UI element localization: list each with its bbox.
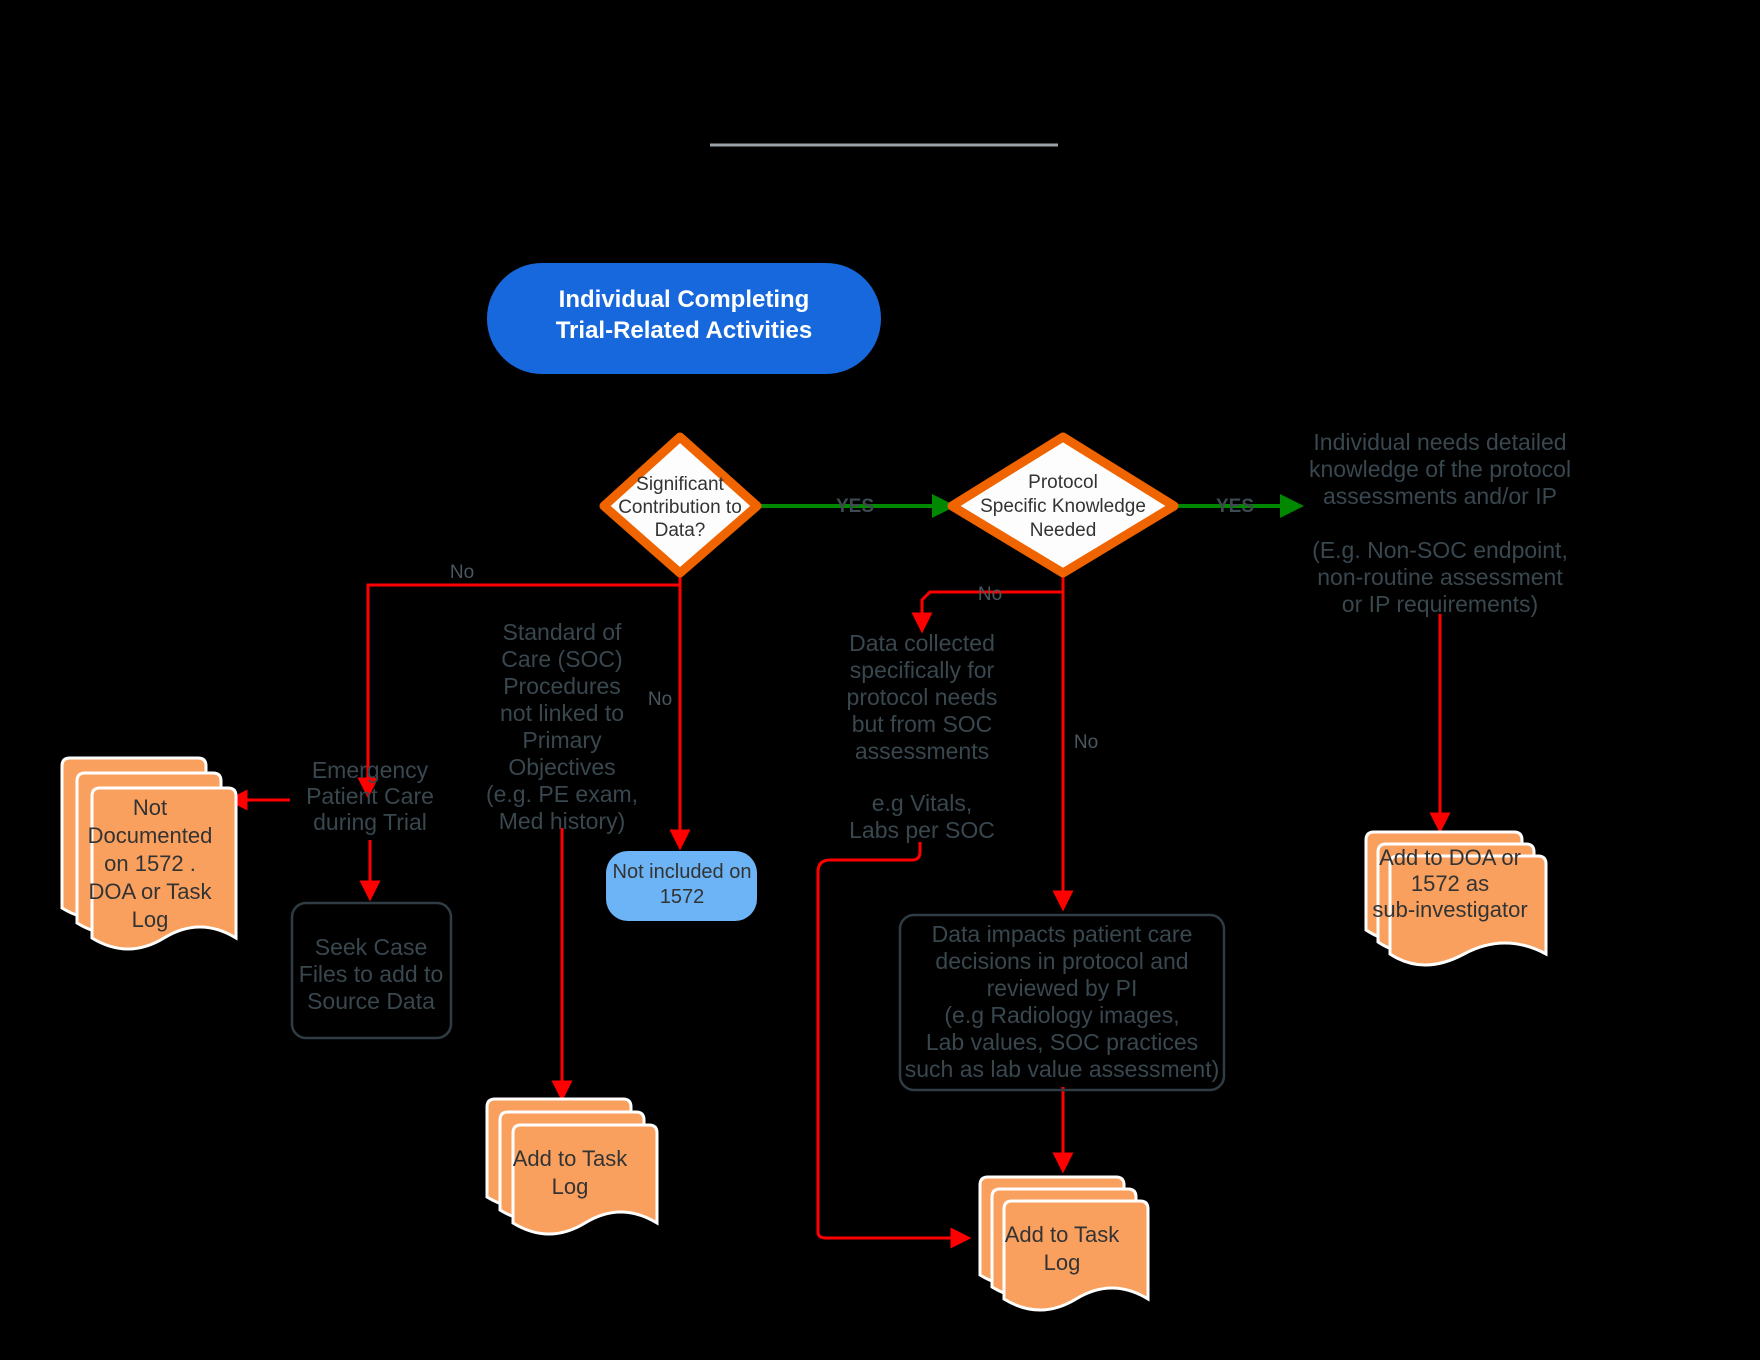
individual-needs-line-2: knowledge of the protocol	[1309, 456, 1571, 482]
text-vitals-labs: e.g Vitals, Labs per SOC	[849, 790, 995, 843]
doc-not-documented-line-4: DOA or Task	[88, 879, 212, 904]
node-doc-add-to-doa[interactable]: Add to DOA or 1572 as sub-investigator	[1364, 830, 1548, 967]
doc-not-documented-line-2: Documented	[88, 823, 213, 848]
data-impacts-line-2: decisions in protocol and	[935, 948, 1188, 974]
emergency-line-2: Patient Care	[306, 783, 434, 809]
doc-not-documented-line-3: on 1572 .	[104, 851, 196, 876]
data-impacts-line-6: such as lab value assessment)	[905, 1056, 1220, 1082]
node-start[interactable]: Individual Completing Trial-Related Acti…	[487, 263, 881, 374]
node-not-included-on-1572[interactable]: Not included on 1572	[606, 851, 757, 921]
doc-add-task-left-line-1: Add to Task	[513, 1146, 629, 1171]
node-doc-add-task-log-left[interactable]: Add to Task Log	[485, 1097, 659, 1236]
doc-not-documented-line-1: Not	[133, 795, 167, 820]
data-impacts-line-3: reviewed by PI	[987, 975, 1138, 1001]
flowchart-svg: YES YES No No No No Individual Completin…	[60, 143, 1571, 1312]
doc-add-doa-line-1: Add to DOA or	[1379, 845, 1521, 870]
node-doc-not-documented[interactable]: Not Documented on 1572 . DOA or Task Log	[60, 756, 238, 951]
individual-needs-eg-line-1: (E.g. Non-SOC endpoint,	[1312, 537, 1568, 563]
text-standard-of-care: Standard of Care (SOC) Procedures not li…	[486, 619, 638, 834]
edges-layer	[226, 494, 1451, 1249]
data-collected-line-3: protocol needs	[847, 684, 998, 710]
data-collected-line-5: assessments	[855, 738, 989, 764]
individual-needs-eg-line-3: or IP requirements)	[1342, 591, 1538, 617]
node-doc-add-task-log-center[interactable]: Add to Task Log	[978, 1175, 1150, 1312]
doc-add-task-left-line-2: Log	[552, 1174, 589, 1199]
decision-protocol-line-3: Needed	[1030, 520, 1097, 541]
emergency-line-1: Emergency	[312, 757, 429, 783]
start-label-line-1: Individual Completing	[559, 286, 810, 313]
edge-label-no-2: No	[648, 689, 672, 710]
vitals-line-1: e.g Vitals,	[872, 790, 973, 816]
not-included-line-1: Not included on	[613, 861, 752, 883]
soc-line-8: Med history)	[499, 808, 626, 834]
seek-case-files-line-2: Files to add to	[299, 961, 443, 987]
emergency-line-3: during Trial	[313, 809, 427, 835]
doc-add-doa-line-2: 1572 as	[1411, 871, 1489, 896]
edge-label-yes-1: YES	[836, 496, 874, 517]
flowchart-canvas: YES YES No No No No Individual Completin…	[0, 0, 1760, 1360]
data-collected-line-2: specifically for	[850, 657, 995, 683]
node-decision-significant-contribution[interactable]: Significant Contribution to Data?	[599, 432, 762, 578]
soc-line-3: Procedures	[503, 673, 621, 699]
text-data-collected: Data collected specifically for protocol…	[847, 630, 998, 764]
node-decision-protocol-knowledge[interactable]: Protocol Specific Knowledge Needed	[947, 432, 1179, 578]
data-impacts-line-1: Data impacts patient care	[932, 921, 1193, 947]
data-impacts-line-5: Lab values, SOC practices	[926, 1029, 1198, 1055]
data-collected-line-1: Data collected	[849, 630, 995, 656]
soc-line-6: Objectives	[508, 754, 615, 780]
decision-significant-line-1: Significant	[636, 474, 724, 495]
soc-line-4: not linked to	[500, 700, 624, 726]
doc-add-task-center-line-1: Add to Task	[1005, 1222, 1121, 1247]
seek-case-files-line-1: Seek Case	[315, 934, 428, 960]
doc-not-documented-line-5: Log	[132, 907, 169, 932]
start-label-line-2: Trial-Related Activities	[556, 317, 813, 344]
decision-significant-line-2: Contribution to	[618, 497, 742, 518]
individual-needs-line-1: Individual needs detailed	[1313, 429, 1566, 455]
edge-label-no-1: No	[450, 562, 474, 583]
decision-protocol-line-2: Specific Knowledge	[980, 496, 1146, 517]
soc-line-1: Standard of	[503, 619, 623, 645]
individual-needs-line-3: assessments and/or IP	[1323, 483, 1557, 509]
soc-line-5: Primary	[522, 727, 602, 753]
edge-label-no-4: No	[1074, 732, 1098, 753]
doc-add-task-center-line-2: Log	[1044, 1250, 1081, 1275]
data-impacts-line-4: (e.g Radiology images,	[944, 1002, 1179, 1028]
seek-case-files-line-3: Source Data	[307, 988, 435, 1014]
soc-line-7: (e.g. PE exam,	[486, 781, 638, 807]
doc-add-doa-line-3: sub-investigator	[1372, 897, 1527, 922]
soc-line-2: Care (SOC)	[501, 646, 622, 672]
data-collected-line-4: but from SOC	[852, 711, 993, 737]
node-data-impacts-patient-care[interactable]: Data impacts patient care decisions in p…	[898, 913, 1226, 1092]
text-emergency-patient-care: Emergency Patient Care during Trial	[306, 757, 434, 835]
vitals-line-2: Labs per SOC	[849, 817, 995, 843]
decision-protocol-line-1: Protocol	[1028, 472, 1098, 493]
decision-significant-line-3: Data?	[655, 520, 706, 541]
not-included-line-2: 1572	[660, 886, 705, 908]
edge-label-yes-2: YES	[1216, 496, 1254, 517]
individual-needs-eg-line-2: non-routine assessment	[1317, 564, 1563, 590]
edge-label-no-3: No	[978, 584, 1002, 605]
node-seek-case-files[interactable]: Seek Case Files to add to Source Data	[290, 901, 453, 1040]
text-individual-needs: Individual needs detailed knowledge of t…	[1309, 429, 1571, 617]
